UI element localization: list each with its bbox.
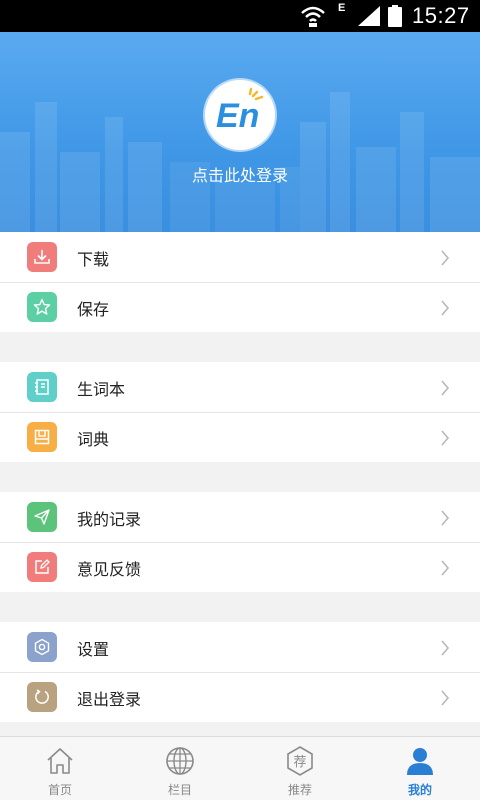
- tab-label: 首页: [47, 783, 72, 797]
- menu-item-settings[interactable]: 设置: [0, 622, 480, 672]
- send-icon: [27, 502, 57, 532]
- clock: 15:27: [412, 3, 470, 28]
- menu-group-2: 生词本 词典: [0, 362, 480, 462]
- menu-item-label: 词典: [77, 430, 110, 449]
- home-icon: [47, 748, 73, 774]
- star-icon: [27, 292, 57, 322]
- en-logo-icon: En: [216, 87, 264, 135]
- chevron-right-icon: [441, 640, 450, 656]
- tab-label: 栏目: [167, 783, 192, 797]
- menu-item-label: 设置: [77, 640, 110, 659]
- recommend-icon: 荐: [287, 746, 313, 776]
- section-divider: [0, 592, 480, 622]
- menu-item-my-records[interactable]: 我的记录: [0, 492, 480, 542]
- dictionary-icon: [27, 422, 57, 452]
- menu-item-save[interactable]: 保存: [0, 282, 480, 332]
- section-divider: [0, 462, 480, 492]
- menu-list: 下载 保存 生词本 词典 我的记录 意见反馈 设置 退出登录: [0, 232, 480, 722]
- profile-header[interactable]: En 点击此处登录: [0, 32, 480, 232]
- tab-recommend[interactable]: 荐 推荐: [240, 737, 360, 800]
- tab-label: 推荐: [287, 783, 312, 797]
- network-type: E: [338, 2, 346, 14]
- bottom-tab-bar: 首页 栏目 荐 推荐 我的: [0, 736, 480, 800]
- user-icon: [407, 748, 433, 775]
- section-divider: [0, 332, 480, 362]
- edit-icon: [27, 552, 57, 582]
- menu-item-label: 我的记录: [77, 510, 142, 529]
- menu-item-download[interactable]: 下载: [0, 232, 480, 282]
- menu-group-3: 我的记录 意见反馈: [0, 492, 480, 592]
- menu-item-label: 下载: [77, 250, 110, 269]
- chevron-right-icon: [441, 300, 450, 316]
- tab-mine[interactable]: 我的: [360, 737, 480, 800]
- signal-icon: [358, 6, 380, 26]
- settings-icon: [27, 632, 57, 662]
- menu-item-feedback[interactable]: 意见反馈: [0, 542, 480, 592]
- tab-home[interactable]: 首页: [0, 737, 120, 800]
- logout-icon: [27, 682, 57, 712]
- tab-columns[interactable]: 栏目: [120, 737, 240, 800]
- download-icon: [27, 242, 57, 272]
- menu-item-logout[interactable]: 退出登录: [0, 672, 480, 722]
- chevron-right-icon: [441, 510, 450, 526]
- chevron-right-icon: [441, 250, 450, 266]
- chevron-right-icon: [441, 430, 450, 446]
- status-bar: E 15:27: [0, 0, 480, 32]
- tab-label: 我的: [407, 783, 432, 797]
- menu-item-label: 生词本: [77, 380, 126, 399]
- menu-group-4: 设置 退出登录: [0, 622, 480, 722]
- svg-text:En: En: [216, 97, 259, 135]
- notebook-icon: [27, 372, 57, 402]
- wifi-icon: [301, 6, 325, 27]
- menu-item-label: 意见反馈: [77, 560, 142, 579]
- menu-item-label: 退出登录: [77, 690, 142, 709]
- menu-item-vocabulary[interactable]: 生词本: [0, 362, 480, 412]
- battery-icon: [388, 5, 402, 27]
- chevron-right-icon: [441, 380, 450, 396]
- menu-item-label: 保存: [77, 300, 110, 319]
- menu-item-dictionary[interactable]: 词典: [0, 412, 480, 462]
- login-prompt[interactable]: 点击此处登录: [0, 162, 480, 186]
- chevron-right-icon: [441, 560, 450, 576]
- avatar[interactable]: En: [205, 80, 275, 150]
- recommend-icon-text: 荐: [293, 755, 306, 770]
- globe-icon: [166, 747, 194, 775]
- menu-group-1: 下载 保存: [0, 232, 480, 332]
- chevron-right-icon: [441, 690, 450, 706]
